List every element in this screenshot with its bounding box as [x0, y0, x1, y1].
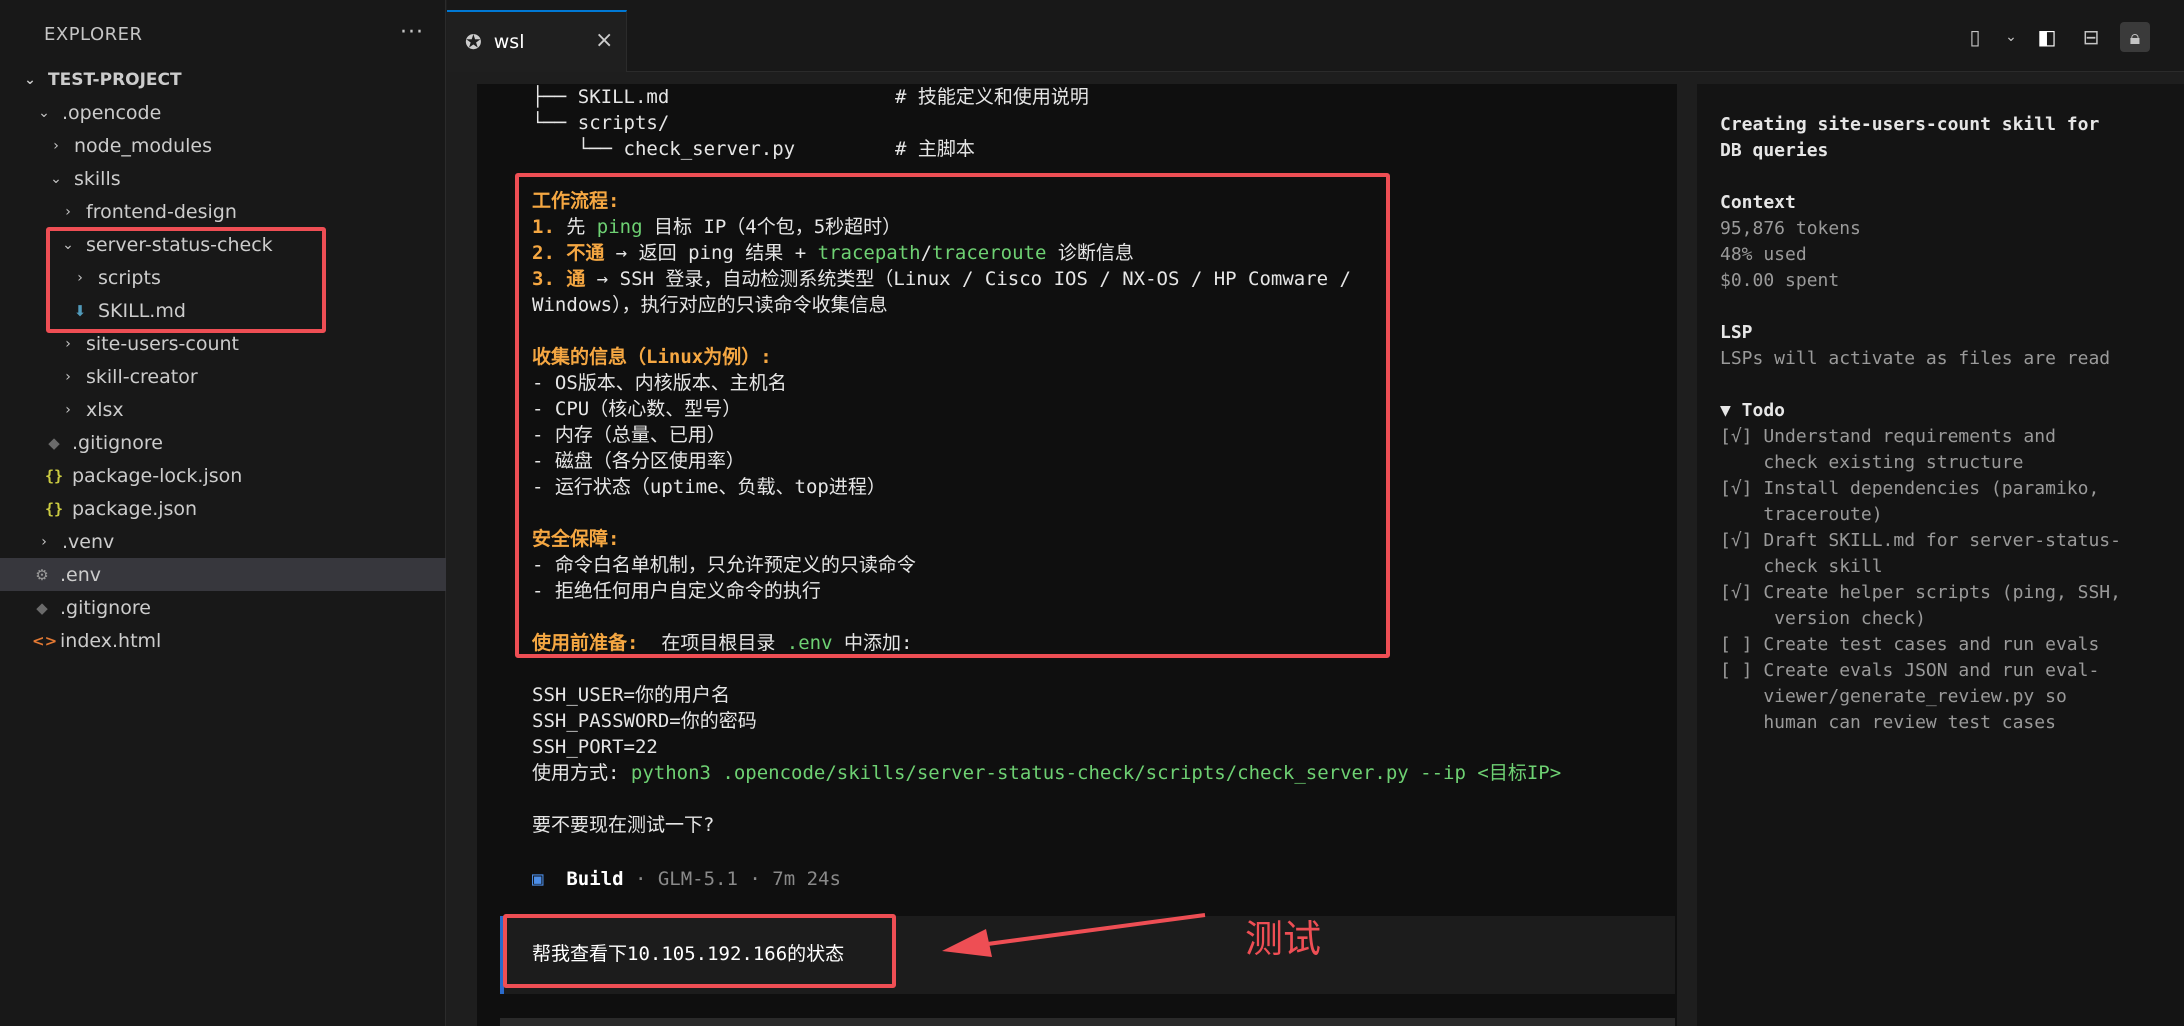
html-icon: <> — [32, 631, 58, 650]
todo-line: check existing structure — [1720, 452, 2024, 473]
todo-line: [ ] Create evals JSON and run eval- — [1720, 660, 2100, 681]
tree-item-package-json[interactable]: {} package.json — [0, 492, 446, 525]
project-label: TEST-PROJECT — [48, 69, 182, 90]
tree-item-opencode[interactable]: ⌄ .opencode — [0, 96, 446, 129]
session-title: Creating site-users-count skill for — [1720, 114, 2100, 135]
context-label: Context — [1720, 192, 1796, 213]
env-line: SSH_PORT=22 — [532, 736, 658, 758]
todo-line: check skill — [1720, 556, 1883, 577]
tree-item-index-html[interactable]: <> index.html — [0, 624, 446, 657]
chevron-down-icon[interactable]: ⌄ — [2004, 22, 2018, 52]
tree-item-label: frontend-design — [86, 200, 237, 223]
terminal-bottom-bar — [500, 1018, 1675, 1026]
todo-line: viewer/generate_review.py so — [1720, 686, 2067, 707]
todo-line: version check) — [1720, 608, 1926, 629]
question-line: 要不要现在测试一下? — [532, 814, 715, 836]
terminal-comment: # 主脚本 — [895, 138, 975, 160]
tree-item-label: skills — [74, 167, 121, 190]
tree-item-frontend-design[interactable]: › frontend-design — [0, 195, 446, 228]
split-horizontal-icon[interactable]: ⊟ — [2076, 22, 2106, 52]
lock-icon[interactable]: 🔒︎ — [2120, 22, 2150, 52]
todo-line: traceroute) — [1720, 504, 1883, 525]
linux-icon: ✪ — [465, 30, 482, 54]
tree-item-env[interactable]: ⚙ .env — [0, 558, 446, 591]
annotation-label: 测试 — [1245, 917, 1322, 961]
annotation-box-sidebar — [46, 227, 326, 333]
tab-wsl[interactable]: ✪ wsl × — [447, 10, 627, 72]
todo-line: [√] Create helper scripts (ping, SSH, — [1720, 582, 2121, 603]
todo-line: [ ] Create test cases and run evals — [1720, 634, 2100, 655]
chevron-down-icon: ⌄ — [24, 71, 36, 88]
annotation-box-input — [503, 914, 896, 988]
context-used: 48% used — [1720, 244, 1807, 265]
chevron-right-icon: › — [53, 137, 59, 154]
tree-item-xlsx[interactable]: › xlsx — [0, 393, 446, 426]
split-layout-icon[interactable]: ▯ — [1960, 22, 1990, 52]
chevron-right-icon: › — [65, 335, 71, 352]
tree-item-label: .gitignore — [72, 431, 163, 454]
close-icon[interactable]: × — [595, 28, 613, 53]
git-icon: ◆ — [48, 433, 60, 452]
git-icon: ◆ — [36, 598, 48, 617]
lsp-label: LSP — [1720, 322, 1753, 343]
env-line: SSH_PASSWORD=你的密码 — [532, 710, 757, 732]
tree-item-gitignore-opencode[interactable]: ◆ .gitignore — [0, 426, 446, 459]
lsp-text: LSPs will activate as files are read — [1720, 348, 2111, 369]
tree-item-label: package.json — [72, 497, 198, 520]
todo-line: human can review test cases — [1720, 712, 2056, 733]
todo-toggle[interactable]: ▼ Todo — [1720, 398, 1785, 424]
annotation-arrow — [942, 913, 1206, 957]
tree-item-node-modules[interactable]: › node_modules — [0, 129, 446, 162]
explorer-more-icon[interactable]: ··· — [400, 20, 424, 45]
terminal-line: └── check_server.py — [532, 138, 796, 160]
annotation-box-workflow — [515, 173, 1390, 658]
tree-item-label: index.html — [60, 629, 162, 652]
todo-line: [√] Draft SKILL.md for server-status- — [1720, 530, 2121, 551]
build-square-icon: ▣ — [532, 868, 544, 890]
tree-item-label: package-lock.json — [72, 464, 243, 487]
tree-item-label: .venv — [62, 530, 115, 553]
tree-item-label: xlsx — [86, 398, 124, 421]
tree-item-label: .env — [60, 563, 102, 586]
tree-item-venv[interactable]: › .venv — [0, 525, 446, 558]
todo-line: [√] Install dependencies (paramiko, — [1720, 478, 2100, 499]
json-icon: {} — [44, 466, 64, 485]
tree-item-skill-creator[interactable]: › skill-creator — [0, 360, 446, 393]
context-tokens: 95,876 tokens — [1720, 218, 1861, 239]
tree-item-gitignore-root[interactable]: ◆ .gitignore — [0, 591, 446, 624]
explorer-title: EXPLORER — [44, 24, 143, 45]
session-title-cont: DB queries — [1720, 140, 1829, 161]
terminal-line: └── scripts/ — [532, 112, 670, 134]
todo-line: [√] Understand requirements and — [1720, 426, 2056, 447]
tree-item-package-lock-json[interactable]: {} package-lock.json — [0, 459, 446, 492]
tab-label: wsl — [493, 31, 525, 53]
chevron-right-icon: › — [65, 368, 71, 385]
chevron-right-icon: › — [65, 203, 71, 220]
tree-item-label: .gitignore — [60, 596, 151, 619]
tree-item-label: .opencode — [62, 101, 162, 124]
tree-item-skills[interactable]: ⌄ skills — [0, 162, 446, 195]
explorer-sidebar: EXPLORER ··· ⌄ TEST-PROJECT ⌄ .opencode … — [0, 0, 446, 1026]
editor-actions: ▯ ⌄ ◧ ⊟ 🔒︎ — [1960, 22, 2150, 52]
chevron-down-icon: ⌄ — [38, 104, 50, 121]
tree-item-label: site-users-count — [86, 332, 239, 355]
json-icon: {} — [44, 499, 64, 518]
gear-icon: ⚙ — [35, 565, 49, 584]
usage-line: 使用方式: python3 .opencode/skills/server-st… — [532, 762, 1562, 784]
build-status: ▣ Build · GLM-5.1 · 7m 24s — [532, 868, 841, 890]
chevron-right-icon: › — [41, 533, 47, 550]
chevron-down-icon: ⌄ — [50, 170, 62, 187]
project-root[interactable]: ⌄ TEST-PROJECT — [0, 63, 446, 96]
editor-tab-bar: ✪ wsl × — [447, 0, 2184, 72]
env-line: SSH_USER=你的用户名 — [532, 684, 730, 706]
tree-item-label: node_modules — [74, 134, 213, 157]
panel-icon[interactable]: ◧ — [2032, 22, 2062, 52]
terminal-comment: # 技能定义和使用说明 — [895, 86, 1089, 108]
chevron-right-icon: › — [65, 401, 71, 418]
terminal-line: ├── SKILL.md — [532, 86, 670, 108]
context-spent: $0.00 spent — [1720, 270, 1840, 291]
tree-item-label: skill-creator — [86, 365, 198, 388]
